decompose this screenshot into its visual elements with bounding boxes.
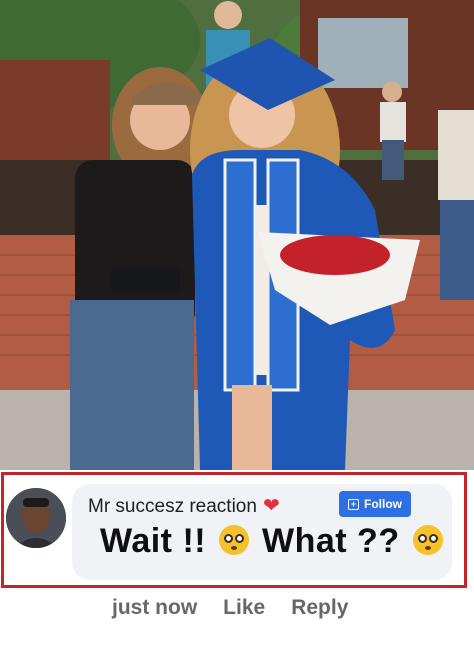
heart-icon: ❤ [262,495,280,517]
author-name[interactable]: Mr succesz reaction [88,496,257,517]
flushed-face-emoji-icon [412,525,443,555]
comment-text-part1: Wait !! [100,522,207,560]
commenter-avatar[interactable] [6,488,66,548]
flushed-face-emoji-icon [219,525,250,555]
post-photo[interactable] [0,0,474,470]
comment-text-part2: What ?? [262,522,400,560]
follow-icon: + [348,498,359,510]
comment-author[interactable]: Mr succesz reaction ❤ [88,493,280,518]
like-button[interactable]: Like [223,596,265,620]
comment-text: Wait !! What ?? [100,522,446,561]
comment-actions: just now Like Reply [112,596,348,620]
comment-timestamp: just now [112,596,198,619]
graduation-photo [0,0,474,470]
avatar-image [6,488,66,548]
follow-button[interactable]: + Follow [339,491,411,517]
follow-label: Follow [364,497,402,511]
reply-button[interactable]: Reply [291,596,348,620]
